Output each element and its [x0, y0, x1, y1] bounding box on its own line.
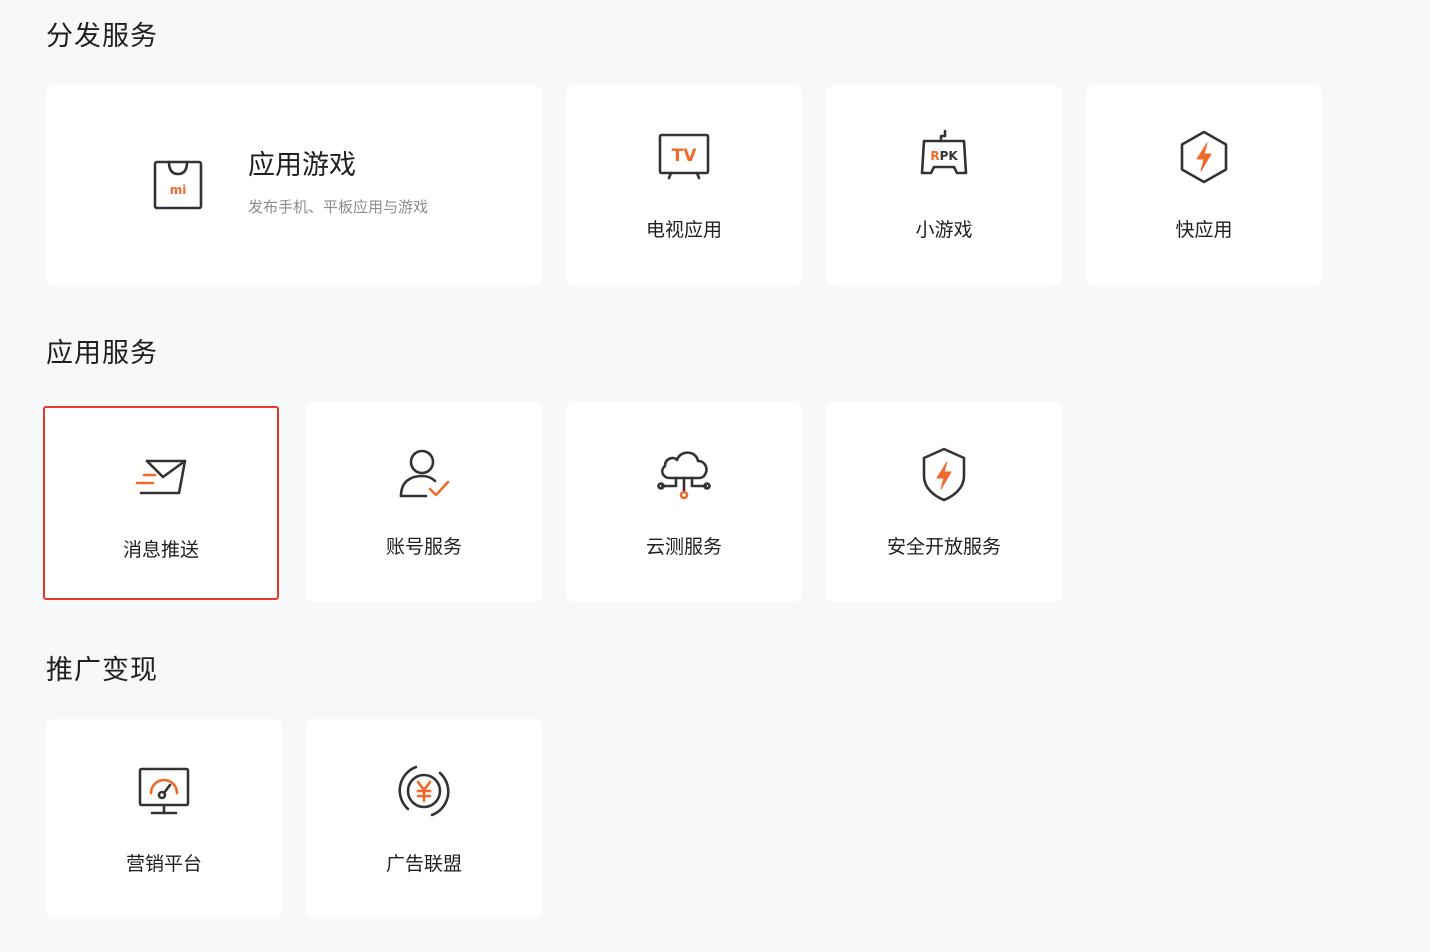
rpk-gamepad-icon: RPK	[916, 129, 972, 185]
card-label: 消息推送	[122, 539, 199, 561]
card-label: 广告联盟	[385, 853, 462, 875]
card-mini-games[interactable]: RPK 小游戏	[826, 85, 1062, 285]
card-label: 云测服务	[645, 536, 722, 558]
svg-text:RPK: RPK	[930, 149, 958, 163]
mi-bag-icon: mi	[150, 157, 206, 213]
svg-text:TV: TV	[672, 146, 698, 166]
card-title: 应用游戏	[248, 150, 356, 181]
card-quick-apps[interactable]: 快应用	[1086, 85, 1322, 285]
svg-text:mi: mi	[170, 183, 187, 197]
monitor-gauge-icon	[136, 763, 192, 819]
card-label: 快应用	[1175, 219, 1233, 241]
card-message-push[interactable]: 消息推送	[43, 406, 279, 600]
shield-lightning-icon	[916, 446, 972, 502]
card-description: 发布手机、平板应用与游戏	[248, 198, 429, 216]
card-label: 安全开放服务	[886, 536, 1001, 558]
card-ad-alliance[interactable]: 广告联盟	[306, 719, 542, 919]
lightning-hexagon-icon	[1176, 129, 1232, 185]
card-account-service[interactable]: 账号服务	[306, 402, 542, 602]
card-label: 账号服务	[385, 536, 462, 558]
section-title-app-services: 应用服务	[46, 338, 158, 369]
card-cloud-testing[interactable]: 云测服务	[566, 402, 802, 602]
envelope-send-icon	[133, 449, 189, 505]
yuan-circle-icon	[396, 763, 452, 819]
card-marketing-platform[interactable]: 营销平台	[46, 719, 282, 919]
card-label: 小游戏	[915, 219, 973, 241]
cloud-network-icon	[656, 446, 712, 502]
card-label: 营销平台	[125, 853, 202, 875]
card-security-open-service[interactable]: 安全开放服务	[826, 402, 1062, 602]
card-tv-apps[interactable]: TV 电视应用	[566, 85, 802, 285]
user-check-icon	[396, 446, 452, 502]
section-title-distribution: 分发服务	[46, 21, 158, 52]
card-label: 电视应用	[645, 219, 722, 241]
tv-icon: TV	[656, 129, 712, 185]
section-title-promotion: 推广变现	[46, 655, 158, 686]
card-app-games[interactable]: mi 应用游戏 发布手机、平板应用与游戏	[46, 85, 542, 285]
